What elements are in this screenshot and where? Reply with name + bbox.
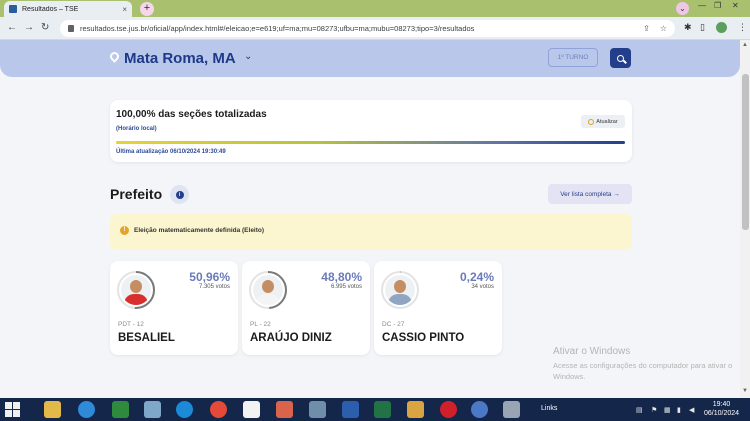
search-button[interactable]: [610, 48, 631, 68]
word-icon[interactable]: [342, 401, 359, 418]
location-pin-icon: [108, 50, 121, 63]
progress-fill: [116, 141, 625, 144]
candidate-votes: 34 votos: [471, 284, 494, 290]
info-button[interactable]: i: [170, 185, 189, 204]
windows-watermark-title: Ativar o Windows: [553, 346, 631, 357]
local-time-note: (Horário local): [116, 126, 157, 132]
wifi-icon[interactable]: ▮: [677, 406, 681, 414]
candidate-percent: 0,24%: [459, 270, 494, 284]
section-title: Prefeito: [110, 186, 163, 202]
lock-icon: [68, 25, 74, 32]
share-icon[interactable]: ⇪: [643, 24, 650, 33]
tab-close-icon[interactable]: ×: [122, 5, 127, 14]
candidate-percent: 48,80%: [321, 270, 362, 284]
candidate-party: DC - 27: [382, 321, 405, 328]
start-button[interactable]: [5, 402, 20, 417]
candidate-name: CASSIO PINTO: [382, 332, 465, 344]
warning-icon: !: [120, 226, 129, 235]
reload-icon[interactable]: ↻: [41, 22, 49, 33]
menu-kebab-icon[interactable]: ⋮: [738, 22, 747, 33]
edge-icon[interactable]: [176, 401, 193, 418]
forward-icon[interactable]: →: [24, 22, 34, 33]
chrome-active-icon[interactable]: [471, 401, 488, 418]
turno-button[interactable]: 1º TURNO: [548, 48, 598, 67]
city-name[interactable]: Mata Roma, MA: [124, 50, 236, 67]
refresh-button[interactable]: Atualizar: [581, 115, 625, 128]
refresh-icon: [588, 118, 595, 125]
notification-icon[interactable]: ⚑: [651, 406, 657, 414]
profile-avatar-icon[interactable]: [716, 22, 727, 33]
keyboard-icon[interactable]: ▦: [664, 406, 671, 414]
chrome-icon[interactable]: [210, 401, 227, 418]
new-tab-button[interactable]: +: [140, 2, 154, 16]
file-explorer-icon[interactable]: [44, 401, 61, 418]
volume-icon[interactable]: ◀: [689, 406, 694, 414]
candidate-photo: [116, 270, 156, 310]
back-icon[interactable]: ←: [7, 22, 17, 33]
scroll-down-icon[interactable]: ▼: [742, 388, 748, 394]
totalization-progress-bar: [116, 141, 625, 144]
notepad-icon[interactable]: [243, 401, 260, 418]
archive-icon[interactable]: [407, 401, 424, 418]
candidate-card[interactable]: 48,80% 6.995 votos PL - 22 ARAÚJO DINIZ: [242, 261, 370, 355]
browser-tab[interactable]: Resultados – TSE ×: [4, 1, 132, 17]
candidate-name: BESALIEL: [118, 332, 175, 344]
system-clock[interactable]: 19:40 06/10/2024: [704, 400, 739, 418]
close-window-icon[interactable]: ✕: [732, 1, 739, 10]
tab-search-icon[interactable]: ⌄: [676, 2, 689, 15]
links-toolbar[interactable]: Links: [541, 405, 557, 412]
app-icon[interactable]: [503, 401, 520, 418]
avatar: [253, 275, 283, 305]
candidate-card[interactable]: 50,96% 7.305 votos PDT - 12 BESALIEL: [110, 261, 238, 355]
url-text: resultados.tse.jus.br/oficial/app/index.…: [80, 24, 475, 33]
location-header: Mata Roma, MA ⌄ 1º TURNO: [0, 40, 740, 77]
side-panel-icon[interactable]: ▯: [700, 22, 705, 33]
alert-text: Eleição matematicamente definida (Eleito…: [134, 227, 265, 234]
internet-explorer-icon[interactable]: [78, 401, 95, 418]
browser-toolbar: ← → ↻ resultados.tse.jus.br/oficial/app/…: [0, 17, 750, 40]
scrollbar-thumb[interactable]: [742, 74, 749, 230]
app-icon[interactable]: [309, 401, 326, 418]
opera-icon[interactable]: [440, 401, 457, 418]
totalization-status-card: 100,00% das seções totalizadas (Horário …: [110, 100, 632, 162]
minimize-icon[interactable]: —: [698, 1, 706, 10]
search-icon: [617, 54, 624, 62]
candidate-votes: 6.995 votos: [330, 284, 362, 290]
extensions-icon[interactable]: ✱: [684, 22, 692, 33]
candidate-name: ARAÚJO DINIZ: [250, 332, 332, 344]
restore-icon[interactable]: ❐: [714, 1, 721, 10]
candidate-photo: [248, 270, 288, 310]
full-list-button[interactable]: Ver lista completa →: [548, 184, 632, 204]
elected-alert: ! Eleição matematicamente definida (Elei…: [110, 214, 632, 250]
candidate-party: PDT - 12: [118, 321, 144, 328]
chevron-down-icon[interactable]: ⌄: [244, 51, 252, 62]
avatar: [121, 275, 151, 305]
clock-date: 06/10/2024: [704, 410, 740, 417]
tse-favicon-icon: [9, 5, 17, 13]
address-bar[interactable]: resultados.tse.jus.br/oficial/app/index.…: [60, 20, 675, 37]
windows-taskbar: Links ▤ ⚑ ▦ ▮ ◀ 19:40 06/10/2024: [0, 398, 750, 421]
excel-icon[interactable]: [374, 401, 391, 418]
clock-time: 19:40: [712, 401, 731, 408]
candidate-party: PL - 22: [250, 321, 271, 328]
totalization-title: 100,00% das seções totalizadas: [116, 109, 267, 120]
avatar: [385, 275, 415, 305]
bookmark-star-icon[interactable]: ☆: [660, 24, 667, 33]
store-icon[interactable]: [112, 401, 129, 418]
scroll-up-icon[interactable]: ▲: [742, 42, 748, 48]
media-icon[interactable]: [276, 401, 293, 418]
tab-title: Resultados – TSE: [22, 5, 79, 13]
candidate-votes: 7.305 votos: [198, 284, 230, 290]
network-icon[interactable]: ▤: [636, 406, 643, 414]
candidate-percent: 50,96%: [189, 270, 230, 284]
candidate-card[interactable]: 0,24% 34 votos DC - 27 CASSIO PINTO: [374, 261, 502, 355]
app-icon[interactable]: [144, 401, 161, 418]
browser-tab-strip: Resultados – TSE × + ⌄ — ❐ ✕: [0, 0, 750, 17]
info-icon: i: [175, 190, 184, 199]
last-update-text: Última atualização 06/10/2024 19:30:49: [116, 149, 226, 155]
windows-watermark-text: Acesse as configurações do computador pa…: [553, 361, 733, 381]
refresh-label: Atualizar: [596, 118, 618, 125]
candidate-photo: [380, 270, 420, 310]
